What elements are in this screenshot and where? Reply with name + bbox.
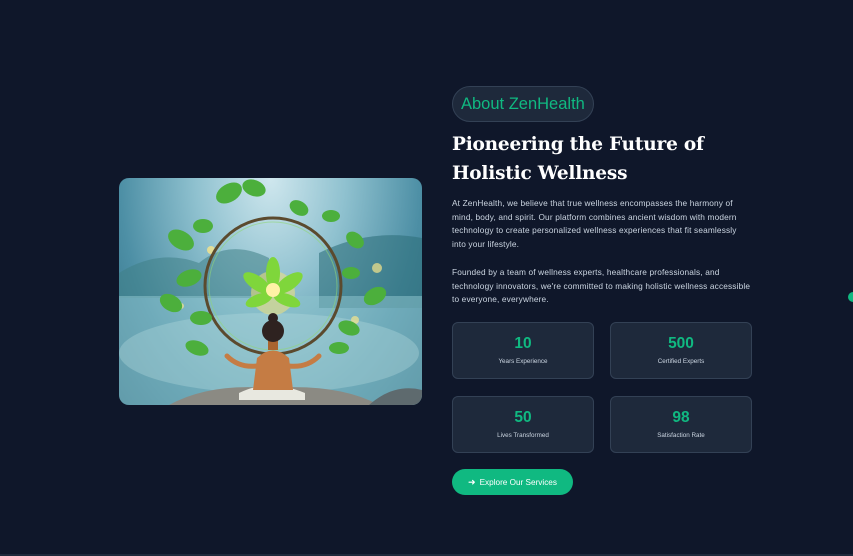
stat-label: Certified Experts [657, 358, 705, 365]
stat-value: 50 [514, 409, 532, 426]
stat-value: 98 [672, 409, 690, 426]
about-paragraph-1: At ZenHealth, we believe that true welln… [452, 198, 737, 250]
stat-value: 10 [514, 335, 532, 352]
stat-card-lives: 50 Lives Transformed [452, 396, 594, 453]
scroll-indicator-dot[interactable] [848, 292, 853, 302]
stat-card-experts: 500 Certified Experts [610, 322, 752, 379]
section-heading: Pioneering the Future of Holistic Wellne… [452, 134, 704, 184]
explore-services-label: Explore Our Services [479, 477, 557, 487]
about-paragraph-2: Founded by a team of wellness experts, h… [452, 267, 751, 305]
meditation-illustration [119, 179, 422, 405]
stat-card-satisfaction: 98 Satisfaction Rate [610, 396, 752, 453]
about-image [119, 178, 422, 405]
explore-services-button[interactable]: ➜ Explore Our Services [452, 469, 573, 495]
about-badge: About ZenHealth [452, 86, 594, 122]
stat-label: Years Experience [498, 358, 548, 365]
stat-value: 500 [668, 335, 694, 352]
arrow-right-icon: ➜ [468, 476, 476, 487]
stat-card-years: 10 Years Experience [452, 322, 594, 379]
stat-label: Satisfaction Rate [657, 432, 705, 439]
stat-label: Lives Transformed [497, 432, 549, 439]
